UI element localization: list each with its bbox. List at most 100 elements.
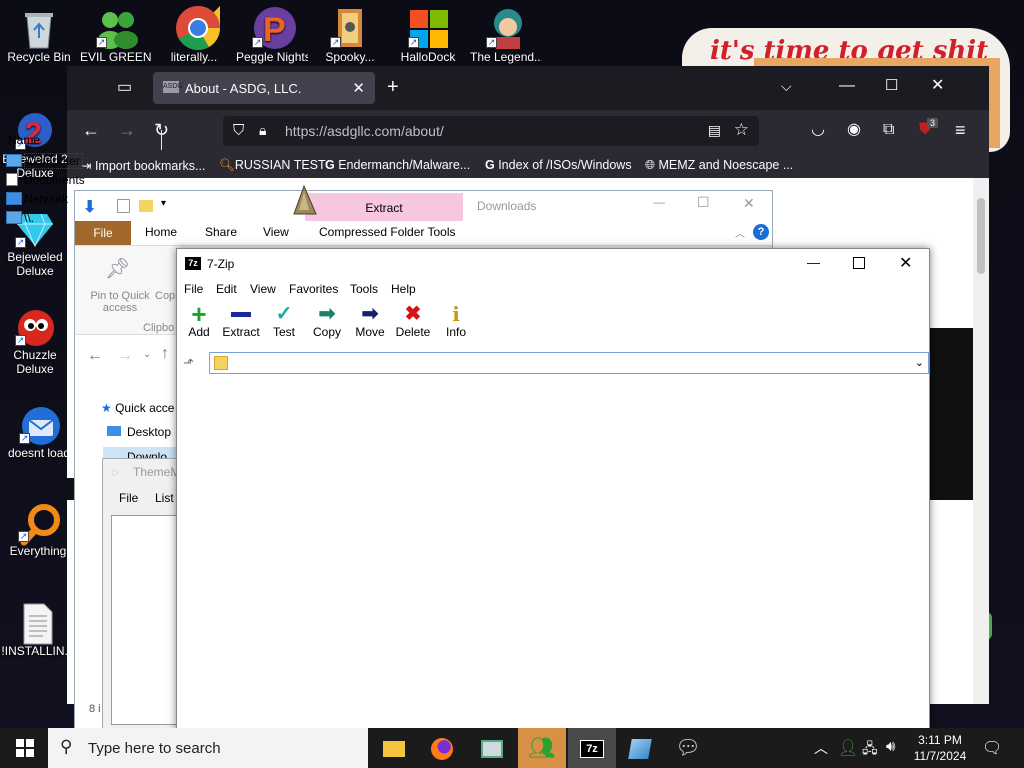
taskbar-theme-manager[interactable] xyxy=(616,728,664,768)
desktop-icon-spooky[interactable]: ↗ Spooky... xyxy=(314,8,386,64)
app-menu-icon[interactable]: ≡ xyxy=(955,121,966,139)
menu-view[interactable]: View xyxy=(250,282,276,296)
move-button[interactable]: ➡ Move xyxy=(347,303,393,339)
menu-help[interactable]: Help xyxy=(391,282,416,296)
clock[interactable]: 3:11 PM 11/7/2024 xyxy=(908,732,972,764)
tab-about-asdg[interactable]: ASDG About - ASDG, LLC. ✕ xyxy=(153,72,375,104)
tray-green-users-icon[interactable]: 👤︎ xyxy=(838,738,858,758)
properties-icon[interactable] xyxy=(117,199,130,213)
shield-icon[interactable]: ⛉ xyxy=(233,122,244,139)
taskbar-chat[interactable]: 💬︎ xyxy=(664,728,712,768)
down-arrow-icon[interactable]: ⬇ xyxy=(83,197,96,217)
bookmark-memz[interactable]: 🌐︎ MEMZ and Noescape ... xyxy=(645,158,793,173)
notifications-icon[interactable]: 🗨︎ xyxy=(982,738,1002,758)
taskbar-7zip[interactable]: 7z xyxy=(568,728,616,768)
desktop-icon-peggle-nights[interactable]: P ↗ Peggle Nights xyxy=(236,7,308,64)
desktop-icon-recycle-bin[interactable]: Recycle Bin xyxy=(3,8,75,64)
copy-button[interactable]: Cop xyxy=(155,290,175,302)
minimize-icon[interactable]: — xyxy=(807,255,820,270)
desktop-icon-installing[interactable]: !INSTALLIN... xyxy=(0,602,76,658)
network-tray-icon[interactable]: 🖧︎ xyxy=(862,738,878,762)
desktop-icon-evil-green[interactable]: ↗ EVIL GREEN... xyxy=(80,8,152,64)
close-icon[interactable]: ✕ xyxy=(931,78,944,94)
show-hidden-icons[interactable]: ︿ xyxy=(814,738,828,758)
desktop-icon-hallodock[interactable]: ↗ HalloDock xyxy=(392,8,464,64)
ribbon-tab-view[interactable]: View xyxy=(263,225,289,239)
taskbar-firefox[interactable] xyxy=(418,728,466,768)
bookmark-star-icon[interactable]: ☆ xyxy=(734,120,749,140)
customize-chevron-icon[interactable]: ▾ xyxy=(161,198,166,209)
menu-tools[interactable]: Tools xyxy=(350,282,378,296)
delete-button[interactable]: ✖ Delete xyxy=(390,303,436,339)
menu-file[interactable]: File xyxy=(119,491,138,505)
menu-edit[interactable]: Edit xyxy=(216,282,237,296)
ribbon-collapse-icon[interactable]: ︿ xyxy=(735,225,745,240)
bookmark-endermanch[interactable]: G Endermanch/Malware... xyxy=(325,158,470,172)
maximize-icon[interactable] xyxy=(853,257,865,269)
app-window-icon xyxy=(481,739,503,758)
back-icon[interactable]: ← xyxy=(87,347,103,365)
bookmark-import[interactable]: ⇥ Import bookmarks... xyxy=(81,158,205,173)
path-input[interactable]: ⌄ xyxy=(209,352,929,374)
extract-context-tab[interactable]: Extract xyxy=(305,193,463,221)
menu-list[interactable]: List xyxy=(155,491,174,505)
pin-quick-access-button[interactable]: Pin to Quick access xyxy=(81,290,159,314)
forward-icon[interactable]: → xyxy=(117,347,133,365)
list-tabs-chevron-icon[interactable]: ⌵ xyxy=(781,78,792,94)
new-tab-icon[interactable]: + xyxy=(387,77,399,97)
desktop-icon-literally[interactable]: literally... xyxy=(158,6,230,64)
volume-icon[interactable]: 🔊︎ xyxy=(886,738,895,755)
menu-file[interactable]: File xyxy=(184,282,203,296)
nav-quick-access[interactable]: ★ Quick acce xyxy=(101,401,174,415)
pocket-icon[interactable]: ◡ xyxy=(811,122,825,138)
extract-button[interactable]: Extract xyxy=(218,303,264,339)
column-header-name[interactable]: Name xyxy=(0,130,162,150)
desktop-icon-everything[interactable]: ↗ Everything xyxy=(0,502,76,558)
list-item-documents[interactable]: Documents xyxy=(6,171,85,189)
list-item-computer[interactable]: Computer xyxy=(6,152,83,170)
minimize-icon[interactable]: — xyxy=(839,78,855,94)
help-icon[interactable]: ? xyxy=(753,224,769,240)
add-button[interactable]: + Add xyxy=(176,301,222,339)
bookmark-isos[interactable]: G Index of /ISOs/Windows xyxy=(485,158,632,172)
close-icon[interactable]: ✕ xyxy=(743,195,755,212)
reader-view-icon[interactable]: ▤ xyxy=(708,122,721,139)
pin-icon[interactable]: 📌︎ xyxy=(105,256,130,281)
ribbon-tab-home[interactable]: Home xyxy=(145,225,177,239)
new-folder-icon[interactable] xyxy=(139,200,153,212)
desktop-icon-the-legend[interactable]: ↗ The Legend... xyxy=(470,8,542,64)
info-button[interactable]: i Info xyxy=(433,303,479,339)
close-icon[interactable]: ✕ xyxy=(899,253,912,273)
taskbar-app-window[interactable] xyxy=(468,728,516,768)
up-icon[interactable]: ↑ xyxy=(161,345,169,363)
ribbon-tab-compressed-folder-tools[interactable]: Compressed Folder Tools xyxy=(319,225,456,239)
page-scrollbar[interactable] xyxy=(973,178,989,704)
taskbar-evil-green[interactable]: 👥︎ xyxy=(518,728,566,768)
extensions-icon[interactable]: ⧉ xyxy=(883,122,894,138)
firefox-view-icon[interactable]: ▭ xyxy=(117,80,132,96)
url-bar[interactable]: ⛉ 🔒︎ https://asdgllc.com/about/ ▤ ☆ xyxy=(223,116,759,146)
taskbar-file-explorer[interactable] xyxy=(370,728,418,768)
path-dropdown-icon[interactable]: ⌄ xyxy=(915,356,924,369)
copy-button[interactable]: ➡ Copy xyxy=(304,303,350,339)
nav-desktop[interactable]: Desktop xyxy=(107,425,171,439)
ribbon-tab-share[interactable]: Share xyxy=(205,225,237,239)
list-item-network[interactable]: Network xyxy=(6,190,68,208)
start-button[interactable] xyxy=(0,728,48,768)
ribbon-tab-file[interactable]: File xyxy=(75,221,131,245)
recent-chevron-icon[interactable]: ⌄ xyxy=(143,349,151,360)
menu-favorites[interactable]: Favorites xyxy=(289,282,338,296)
desktop-icon-chuzzle[interactable]: ↗ Chuzzle Deluxe xyxy=(0,306,70,376)
list-item-unc-path[interactable]: \\. xyxy=(6,209,34,227)
bookmark-russian-test[interactable]: 🔍︎RUSSIAN TEST xyxy=(219,158,326,173)
lock-icon[interactable]: 🔒︎ xyxy=(259,122,266,139)
scrollbar-thumb[interactable] xyxy=(977,198,985,274)
up-folder-icon[interactable]: ⬏ xyxy=(183,355,199,371)
maximize-icon[interactable]: ☐ xyxy=(697,194,710,211)
minimize-icon[interactable]: — xyxy=(653,195,665,209)
search-box[interactable]: ⚲ Type here to search xyxy=(48,728,368,768)
maximize-icon[interactable]: ☐ xyxy=(885,78,898,94)
tab-close-icon[interactable]: ✕ xyxy=(352,79,365,97)
account-icon[interactable]: ◉ xyxy=(847,122,861,138)
test-button[interactable]: ✓ Test xyxy=(261,303,307,339)
